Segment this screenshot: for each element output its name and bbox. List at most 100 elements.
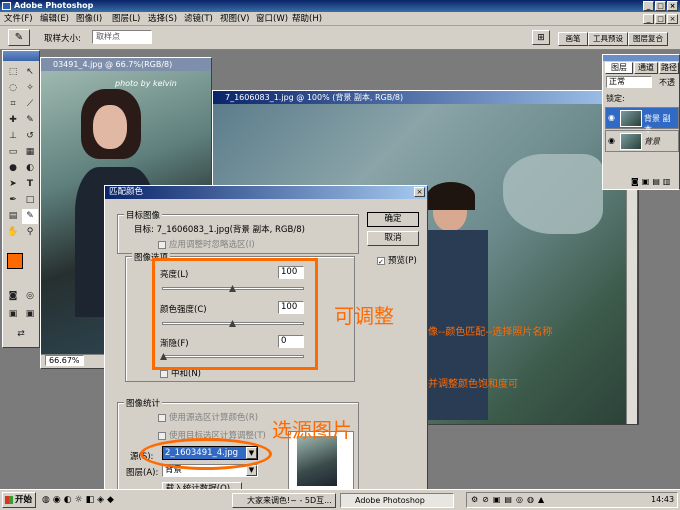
sample-size-label: 取样大小: [44,34,81,44]
tab-channels[interactable]: 通道 [634,62,658,74]
menu-view[interactable]: 视图(V) [220,13,249,25]
path-select-icon[interactable]: ➤ [5,177,21,192]
lasso-icon[interactable]: ◌ [5,81,21,96]
person-hair [427,182,475,210]
notes-icon[interactable]: ▤ [5,209,21,224]
screen-mode-2-icon[interactable]: ▣ [22,307,38,322]
preview-checkbox[interactable]: ✓ 预览(P) [377,254,417,266]
menu-select[interactable]: 选择(S) [148,13,177,25]
target-group: 目标图像 目标: 7_1606083_1.jpg(背景 副本, RGB/8) 应… [117,209,359,254]
menu-layer[interactable]: 图层(L) [112,13,140,25]
layers-palette-header [603,55,679,61]
sample-size-select[interactable]: 取样点 [92,30,152,44]
stats-group-label: 图像统计 [124,397,163,409]
tab-layer-comps[interactable]: 图层复合 [628,32,668,46]
hand-icon[interactable]: ✋ [5,225,21,240]
annotation-note-1: 像--颜色匹配--选择照片名称 [428,327,553,338]
annotation-adjustable: 可调整 [334,304,394,328]
layer-row-background[interactable]: ◉ 背景 [605,130,679,152]
checkbox-icon [160,369,168,378]
annotation-select-source: 选源图片 [272,418,352,442]
pen-icon[interactable]: ✒ [5,193,21,208]
foreground-color-swatch[interactable] [7,253,23,269]
layer-thumbnail [620,133,642,150]
source-preview-image [297,436,337,486]
checkbox-icon [158,413,166,422]
checkbox-icon [158,240,166,249]
doc-minimize-button[interactable]: _ [643,14,654,24]
zoom-icon[interactable]: ⚲ [22,225,38,240]
quicklaunch-icons[interactable]: ◍◉◐☼◧◈◆ [42,495,117,505]
layers-footer-icons[interactable]: ◙▣▤▥ [603,177,679,189]
ok-button[interactable]: 确定 [367,212,419,227]
eye-icon[interactable]: ◉ [608,113,615,122]
dialog-close-button[interactable]: × [414,187,425,197]
screen-mode-1-icon[interactable]: ▣ [5,307,21,322]
tab-tool-presets[interactable]: 工具预设 [588,32,628,46]
tray-icons[interactable]: ⚙⊘▣▤◎◍▲ [471,495,548,504]
doc1-zoom[interactable]: 66.67% [45,355,84,366]
eye-icon[interactable]: ◉ [608,136,615,145]
menu-window[interactable]: 窗口(W) [256,13,288,25]
imageready-icon[interactable]: ⇄ [13,327,29,342]
brush-icon[interactable]: ✎ [22,113,38,128]
quick-mask-icon[interactable]: ◎ [22,289,38,304]
photo-face [93,105,127,149]
tab-brushes[interactable]: 画笔 [558,32,588,46]
healing-icon[interactable]: ✚ [5,113,21,128]
marquee-icon[interactable]: ⬚ [5,65,21,80]
maximize-button[interactable]: □ [655,1,666,11]
opacity-label: 不透 [659,78,675,87]
tab-layers[interactable]: 图层 [605,62,633,74]
menu-edit[interactable]: 编辑(E) [40,13,69,25]
standard-mode-icon[interactable]: ◙ [5,289,21,304]
blend-mode-select[interactable]: 正常 [606,76,652,88]
tab-paths[interactable]: 路径 [659,62,679,74]
eyedropper-tool-icon[interactable]: ✎ [22,209,38,224]
gradient-icon[interactable]: ▦ [22,145,38,160]
menu-image[interactable]: 图像(I) [76,13,102,25]
doc-restore-button[interactable]: □ [655,14,666,24]
type-icon[interactable]: T [22,177,38,192]
use-source-selection-checkbox[interactable]: 使用源选区计算颜色(R) [158,411,258,423]
eraser-icon[interactable]: ▭ [5,145,21,160]
dragon-sculpture [503,154,603,234]
cancel-button[interactable]: 取消 [367,231,419,246]
photoshop-icon [2,2,11,10]
crop-icon[interactable]: ⌗ [5,97,21,112]
ignore-selection-checkbox[interactable]: 应用调整时忽略选区(I) [158,238,255,250]
layer-label: 图层(A): [126,468,159,478]
slice-icon[interactable]: ⟋ [22,97,38,112]
blur-icon[interactable]: ● [5,161,21,176]
shape-icon[interactable]: □ [22,193,38,208]
stamp-icon[interactable]: ⊥ [5,129,21,144]
lock-label: 锁定: [606,94,625,103]
layers-palette: 图层 通道 路径 正常 不透 锁定: ◉ 背景 副本 ◉ 背景 ◙▣▤▥ [602,54,680,190]
magic-wand-icon[interactable]: ✧ [22,81,38,96]
eyedropper-icon[interactable]: ✎ [8,29,30,46]
checkbox-icon [158,431,166,440]
doc-close-button[interactable]: × [667,14,678,24]
close-button[interactable]: × [667,1,678,11]
palette-well-icon[interactable]: ⊞ [532,30,550,45]
chevron-down-icon[interactable]: ▼ [246,465,257,476]
photo-watermark: photo by kelvin [115,79,177,88]
layer-row-copy[interactable]: ◉ 背景 副本 [605,107,679,134]
minimize-button[interactable]: _ [643,1,654,11]
menu-file[interactable]: 文件(F) [4,13,33,25]
move-icon[interactable]: ↖ [22,65,38,80]
toolbox: ⬚ ↖ ◌ ✧ ⌗ ⟋ ✚ ✎ ⊥ ↺ ▭ ▦ ● ◐ ➤ T ✒ □ ▤ ✎ … [2,50,40,348]
menu-filter[interactable]: 滤镜(T) [184,13,213,25]
doc2-title: 7_1606083_1.jpg @ 100% (背景 副本, RGB/8) [225,93,404,102]
task-photoshop[interactable]: Adobe Photoshop [340,493,454,508]
clock: 14:43 [651,495,675,504]
task-browser[interactable]: 大家来调色!~ - 5D互... [232,493,336,508]
dodge-icon[interactable]: ◐ [22,161,38,176]
toolbox-header [3,51,39,61]
target-text: 目标: 7_1606083_1.jpg(背景 副本, RGB/8) [134,225,305,235]
history-brush-icon[interactable]: ↺ [22,129,38,144]
menu-help[interactable]: 帮助(H) [292,13,322,25]
annotation-ellipse [140,438,272,470]
start-button[interactable]: 开始 [2,492,36,508]
dialog-titlebar: 匹配颜色 × [105,186,427,199]
